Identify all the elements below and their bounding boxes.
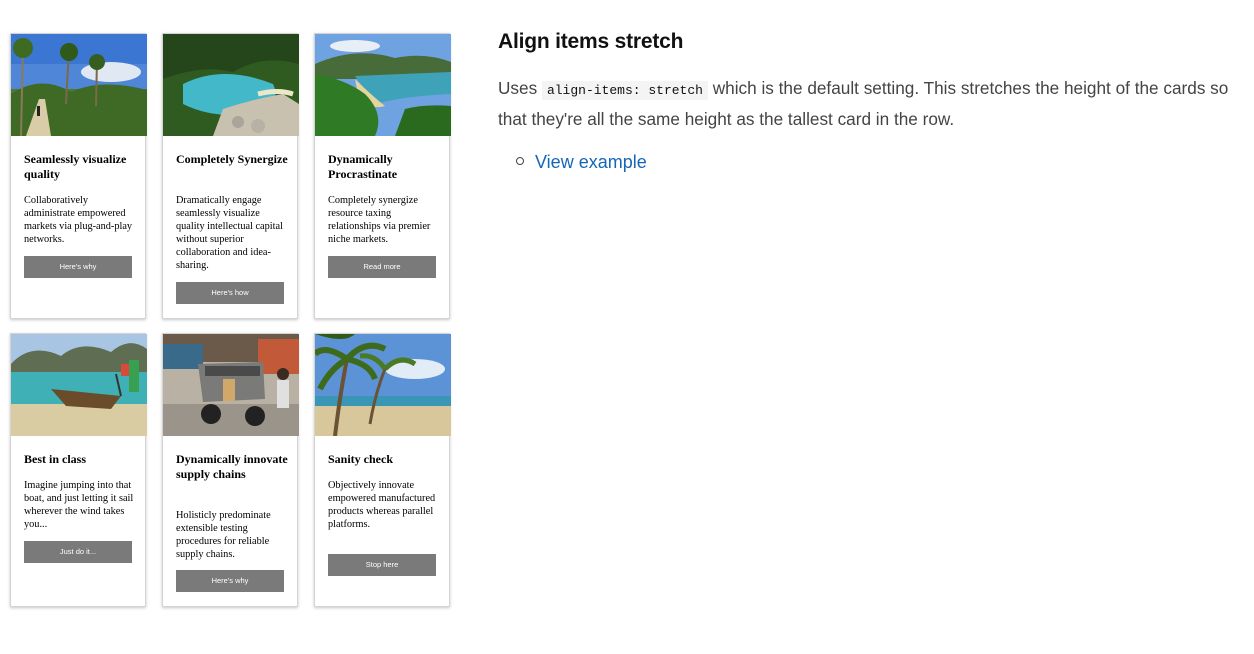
card-2: Completely Synergize Dramatically engage… [162, 33, 299, 319]
card-title: Dynamically Procrastinate [328, 152, 398, 181]
card-image-tuktuk [163, 334, 299, 436]
list-item: View example [516, 150, 647, 174]
card-text: Objectively innovate empowered manufactu… [328, 480, 436, 530]
card-image-longtail-boat [11, 334, 147, 436]
card-button[interactable]: Just do it... [24, 541, 132, 563]
card-image-palm-beach [315, 334, 451, 436]
description-code: align-items: stretch [541, 81, 708, 100]
links-list: View example [516, 150, 647, 174]
card-title: Seamlessly visualize quality [24, 152, 127, 181]
info-panel: Align items stretch Uses align-items: st… [498, 28, 1254, 172]
view-example-link[interactable]: View example [535, 152, 647, 172]
section-heading: Align items stretch [498, 30, 684, 53]
card-text: Imagine jumping into that boat, and just… [24, 480, 134, 530]
card-image-lagoon [163, 34, 299, 136]
card-5: Dynamically innovate supply chains Holis… [162, 333, 299, 607]
card-image-forest-path [11, 34, 147, 136]
section-description: Uses align-items: stretch which is the d… [498, 74, 1254, 133]
card-button[interactable]: Read more [328, 256, 436, 278]
card-title: Completely Synergize [176, 152, 288, 166]
card-title: Dynamically innovate supply chains [176, 452, 288, 481]
card-title: Sanity check [328, 452, 394, 466]
circle-bullet-icon [516, 157, 524, 166]
card-button[interactable]: Here's why [176, 570, 284, 592]
card-image-bay-beach [315, 34, 451, 136]
card-text: Completely synergize resource taxing rel… [328, 195, 431, 245]
card-button[interactable]: Here's how [176, 282, 284, 304]
card-text: Holisticly predominate extensible testin… [176, 510, 271, 560]
card-title: Best in class [24, 452, 87, 466]
card-4: Best in class Imagine jumping into that … [10, 333, 147, 607]
card-text: Dramatically engage seamlessly visualize… [176, 195, 283, 271]
description-prefix: Uses [498, 78, 542, 98]
card-1: Seamlessly visualize quality Collaborati… [10, 33, 147, 319]
card-button[interactable]: Here's why [24, 256, 132, 278]
card-text: Collaboratively administrate empowered m… [24, 195, 133, 245]
card-3: Dynamically Procrastinate Completely syn… [314, 33, 451, 319]
card-6: Sanity check Objectively innovate empowe… [314, 333, 451, 607]
card-button[interactable]: Stop here [328, 554, 436, 576]
